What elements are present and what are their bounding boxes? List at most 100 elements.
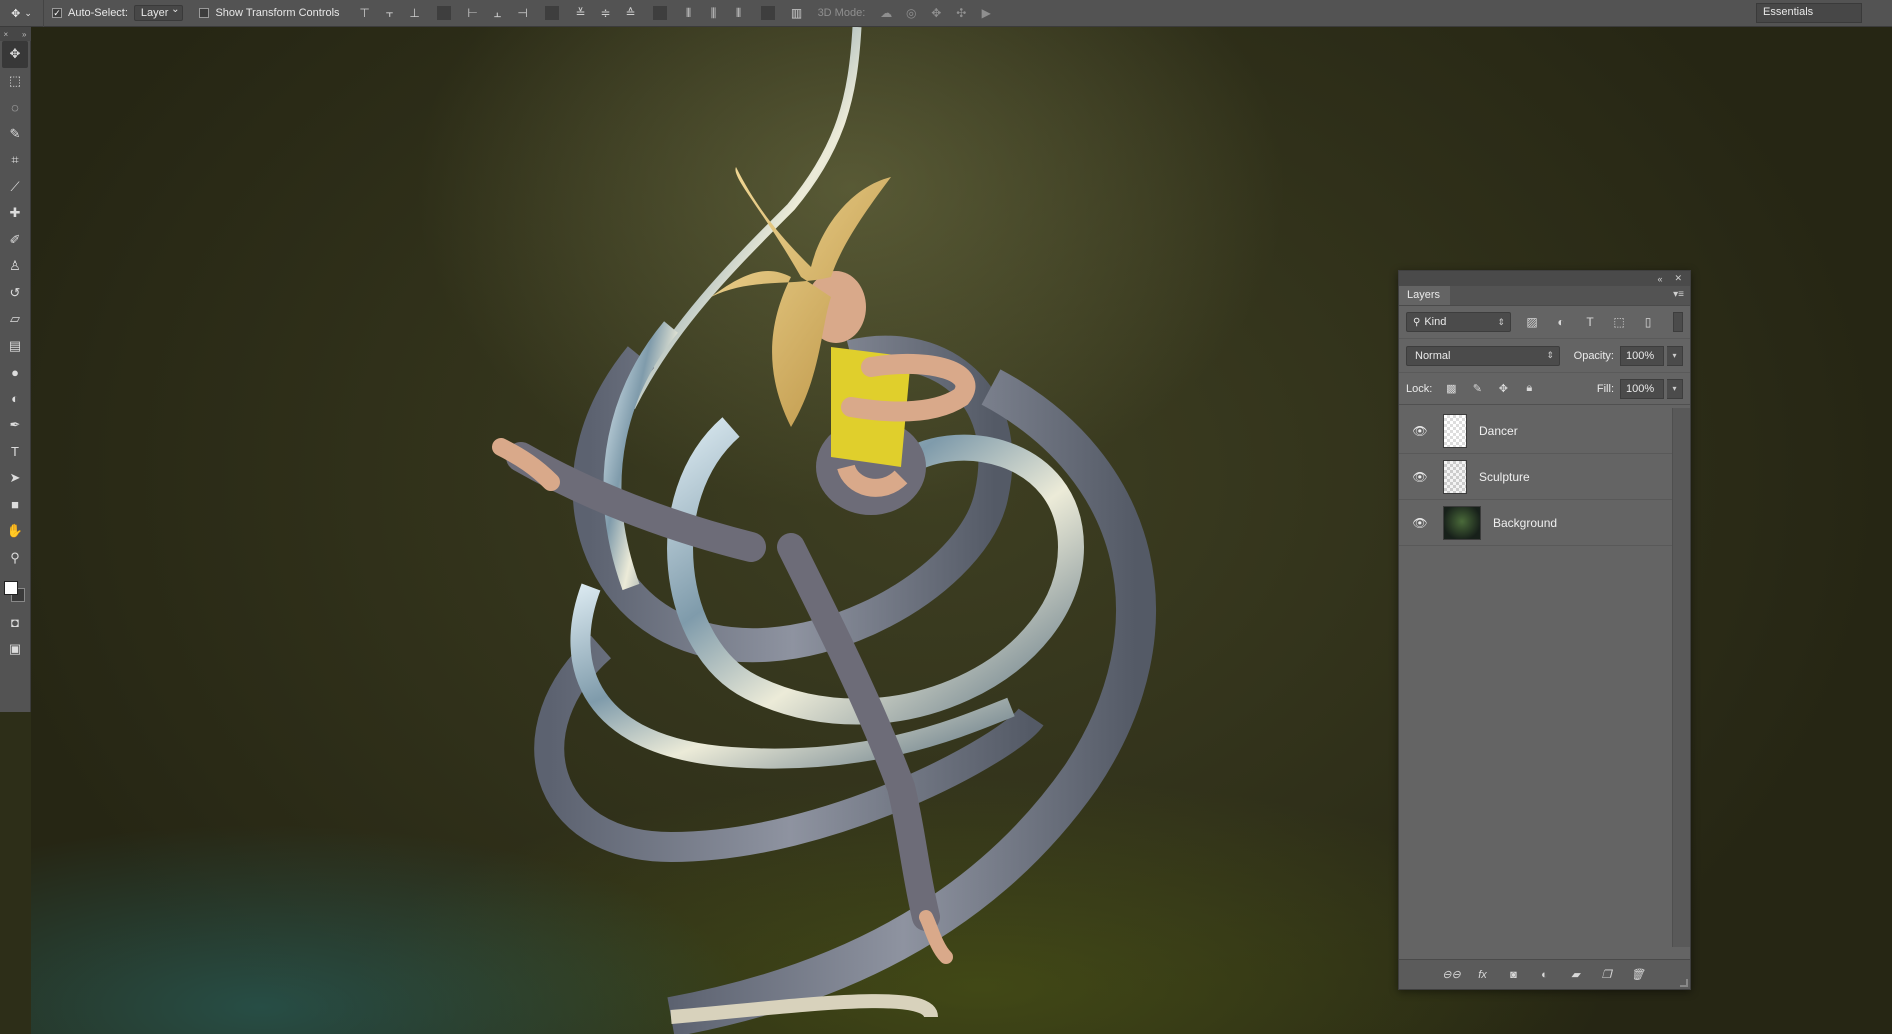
align-buttons: ⊤ ⫟ ⊥ ⊢ ⫠ ⊣ ≚ ≑ ≙ ⫴ ⫼ ⦀ ▥ bbox=[348, 6, 814, 20]
fill-dropdown-button[interactable]: ▾ bbox=[1667, 378, 1683, 399]
distribute-top-icon[interactable]: ≚ bbox=[574, 6, 588, 20]
drag-3d-icon[interactable]: ✥ bbox=[929, 6, 943, 20]
eyedropper-icon: ⟋ bbox=[10, 178, 20, 194]
type-tool[interactable]: T bbox=[2, 439, 28, 466]
link-layers-icon[interactable]: ⊖⊖ bbox=[1442, 967, 1460, 983]
pen-tool[interactable]: ✒ bbox=[2, 412, 28, 439]
path-select-tool[interactable]: ➤ bbox=[2, 465, 28, 492]
dodge-tool[interactable]: ◐ bbox=[2, 386, 28, 413]
auto-align-icon[interactable]: ▥ bbox=[790, 6, 804, 20]
tools-panel: × » ✥ ⬚ ◌ ✎ ⌗ ⟋ ✚ ✐ ♙ ↺ ▱ ▤ ● ◐ ✒ T ➤ ■ ✋ ⚲ ◘ ▣ bbox=[0, 27, 31, 712]
expand-icon[interactable]: » bbox=[22, 30, 26, 39]
separator bbox=[436, 6, 451, 20]
align-left-icon[interactable]: ⊢ bbox=[466, 6, 480, 20]
marquee-tool[interactable]: ⬚ bbox=[2, 68, 28, 95]
blend-row: Normal ⇕ Opacity: 100% ▾ bbox=[1399, 339, 1690, 373]
filter-kind-value: Kind bbox=[1424, 316, 1447, 328]
resize-grip[interactable] bbox=[1680, 979, 1688, 987]
camera-3d-icon[interactable]: ▶ bbox=[979, 6, 993, 20]
auto-select-target-select[interactable]: Layer bbox=[133, 4, 184, 21]
layer-row-dancer[interactable]: 👁︎ Dancer bbox=[1399, 408, 1672, 454]
visibility-eye-icon[interactable]: 👁︎ bbox=[1409, 516, 1431, 530]
tool-preset-picker[interactable]: ✥ ⌄ bbox=[0, 0, 44, 27]
opacity-label: Opacity: bbox=[1573, 349, 1614, 362]
trash-icon[interactable]: 🗑︎ bbox=[1630, 967, 1646, 983]
toolbar-header[interactable]: × » bbox=[0, 27, 31, 41]
hand-tool[interactable]: ✋ bbox=[2, 518, 28, 545]
align-bottom-icon[interactable]: ⊥ bbox=[408, 6, 422, 20]
distribute-left-icon[interactable]: ⫴ bbox=[682, 6, 696, 20]
blend-mode-value: Normal bbox=[1415, 349, 1451, 362]
visibility-eye-icon[interactable]: 👁︎ bbox=[1409, 470, 1431, 484]
align-top-icon[interactable]: ⊤ bbox=[358, 6, 372, 20]
dodge-icon: ◐ bbox=[11, 391, 19, 407]
slide-3d-icon[interactable]: ✣ bbox=[954, 6, 968, 20]
layers-scrollbar[interactable] bbox=[1672, 408, 1690, 947]
align-right-icon[interactable]: ⊣ bbox=[516, 6, 530, 20]
blur-tool[interactable]: ● bbox=[2, 359, 28, 386]
lock-position-icon[interactable]: ✥ bbox=[1496, 382, 1510, 396]
panel-menu-icon[interactable]: ▾≡ bbox=[1673, 289, 1684, 300]
show-transform-checkbox[interactable] bbox=[199, 8, 210, 18]
filter-kind-select[interactable]: ⚲ Kind ⇕ bbox=[1406, 312, 1511, 332]
lock-image-icon[interactable]: ✎ bbox=[1470, 382, 1484, 396]
brush-tool[interactable]: ✐ bbox=[2, 227, 28, 254]
move-tool[interactable]: ✥ bbox=[2, 41, 28, 68]
distribute-hcenter-icon[interactable]: ⫼ bbox=[707, 6, 721, 20]
lock-all-icon[interactable]: 🔒︎ bbox=[1522, 382, 1536, 396]
folder-icon[interactable]: ▰ bbox=[1568, 967, 1584, 983]
filter-pixel-icon[interactable]: ▨ bbox=[1524, 314, 1540, 330]
distribute-right-icon[interactable]: ⦀ bbox=[732, 6, 746, 20]
opacity-input[interactable]: 100% bbox=[1620, 345, 1664, 366]
marquee-icon: ⬚ bbox=[8, 72, 22, 88]
eyedropper-tool[interactable]: ⟋ bbox=[2, 174, 28, 201]
mask-icon[interactable]: ◙ bbox=[1506, 967, 1522, 983]
layer-thumbnail bbox=[1443, 413, 1467, 448]
filter-shape-icon[interactable]: ⬚ bbox=[1611, 314, 1627, 330]
visibility-eye-icon[interactable]: 👁︎ bbox=[1409, 424, 1431, 438]
screen-mode-tool[interactable]: ▣ bbox=[2, 636, 28, 663]
filter-toggle-switch[interactable] bbox=[1673, 312, 1683, 332]
close-panel-icon[interactable]: ✕ bbox=[1674, 273, 1682, 284]
history-brush-tool[interactable]: ↺ bbox=[2, 280, 28, 307]
zoom-tool[interactable]: ⚲ bbox=[2, 545, 28, 572]
distribute-vcenter-icon[interactable]: ≑ bbox=[599, 6, 613, 20]
align-hcenter-icon[interactable]: ⫠ bbox=[491, 6, 505, 20]
lasso-tool[interactable]: ◌ bbox=[2, 94, 28, 121]
distribute-bottom-icon[interactable]: ≙ bbox=[624, 6, 638, 20]
crop-tool[interactable]: ⌗ bbox=[2, 147, 28, 174]
shape-tool[interactable]: ■ bbox=[2, 492, 28, 519]
healing-brush-tool[interactable]: ✚ bbox=[2, 200, 28, 227]
align-vcenter-icon[interactable]: ⫟ bbox=[383, 6, 397, 20]
tab-layers[interactable]: Layers bbox=[1399, 286, 1451, 305]
lock-transparent-icon[interactable]: ▩ bbox=[1444, 382, 1458, 396]
adjustment-icon[interactable]: ◐ bbox=[1537, 967, 1553, 983]
layer-row-sculpture[interactable]: 👁︎ Sculpture bbox=[1399, 454, 1672, 500]
roll-3d-icon[interactable]: ◎ bbox=[904, 6, 918, 20]
workspace-switcher[interactable]: Essentials bbox=[1756, 3, 1862, 23]
quick-mask-tool[interactable]: ◘ bbox=[2, 609, 28, 636]
clone-stamp-tool[interactable]: ♙ bbox=[2, 253, 28, 280]
fx-icon[interactable]: fx bbox=[1475, 967, 1491, 983]
orbit-3d-icon[interactable]: ☁ bbox=[879, 6, 893, 20]
lock-label: Lock: bbox=[1406, 382, 1433, 395]
opacity-dropdown-button[interactable]: ▾ bbox=[1667, 345, 1683, 366]
filter-smart-object-icon[interactable]: ▯ bbox=[1640, 314, 1656, 330]
eraser-tool[interactable]: ▱ bbox=[2, 306, 28, 333]
fill-input[interactable]: 100% bbox=[1620, 378, 1664, 399]
collapse-panel-icon[interactable]: « bbox=[1657, 274, 1662, 284]
filter-type-icon[interactable]: T bbox=[1582, 314, 1598, 330]
gradient-tool[interactable]: ▤ bbox=[2, 333, 28, 360]
auto-select-checkbox[interactable]: ✓ bbox=[52, 8, 62, 18]
new-layer-icon[interactable]: ❐ bbox=[1599, 967, 1615, 983]
quick-select-tool[interactable]: ✎ bbox=[2, 121, 28, 148]
collapse-icon[interactable]: × bbox=[4, 30, 9, 39]
foreground-color-swatch[interactable] bbox=[4, 581, 18, 595]
panel-titlebar[interactable]: « ✕ bbox=[1399, 271, 1690, 286]
layer-name: Sculpture bbox=[1479, 469, 1530, 484]
move-icon: ✥ bbox=[11, 7, 21, 20]
layer-row-background[interactable]: 👁︎ Background bbox=[1399, 500, 1672, 546]
blend-mode-select[interactable]: Normal ⇕ bbox=[1406, 345, 1560, 366]
path-select-icon: ➤ bbox=[9, 470, 21, 486]
filter-adjustment-icon[interactable]: ◐ bbox=[1553, 314, 1569, 330]
